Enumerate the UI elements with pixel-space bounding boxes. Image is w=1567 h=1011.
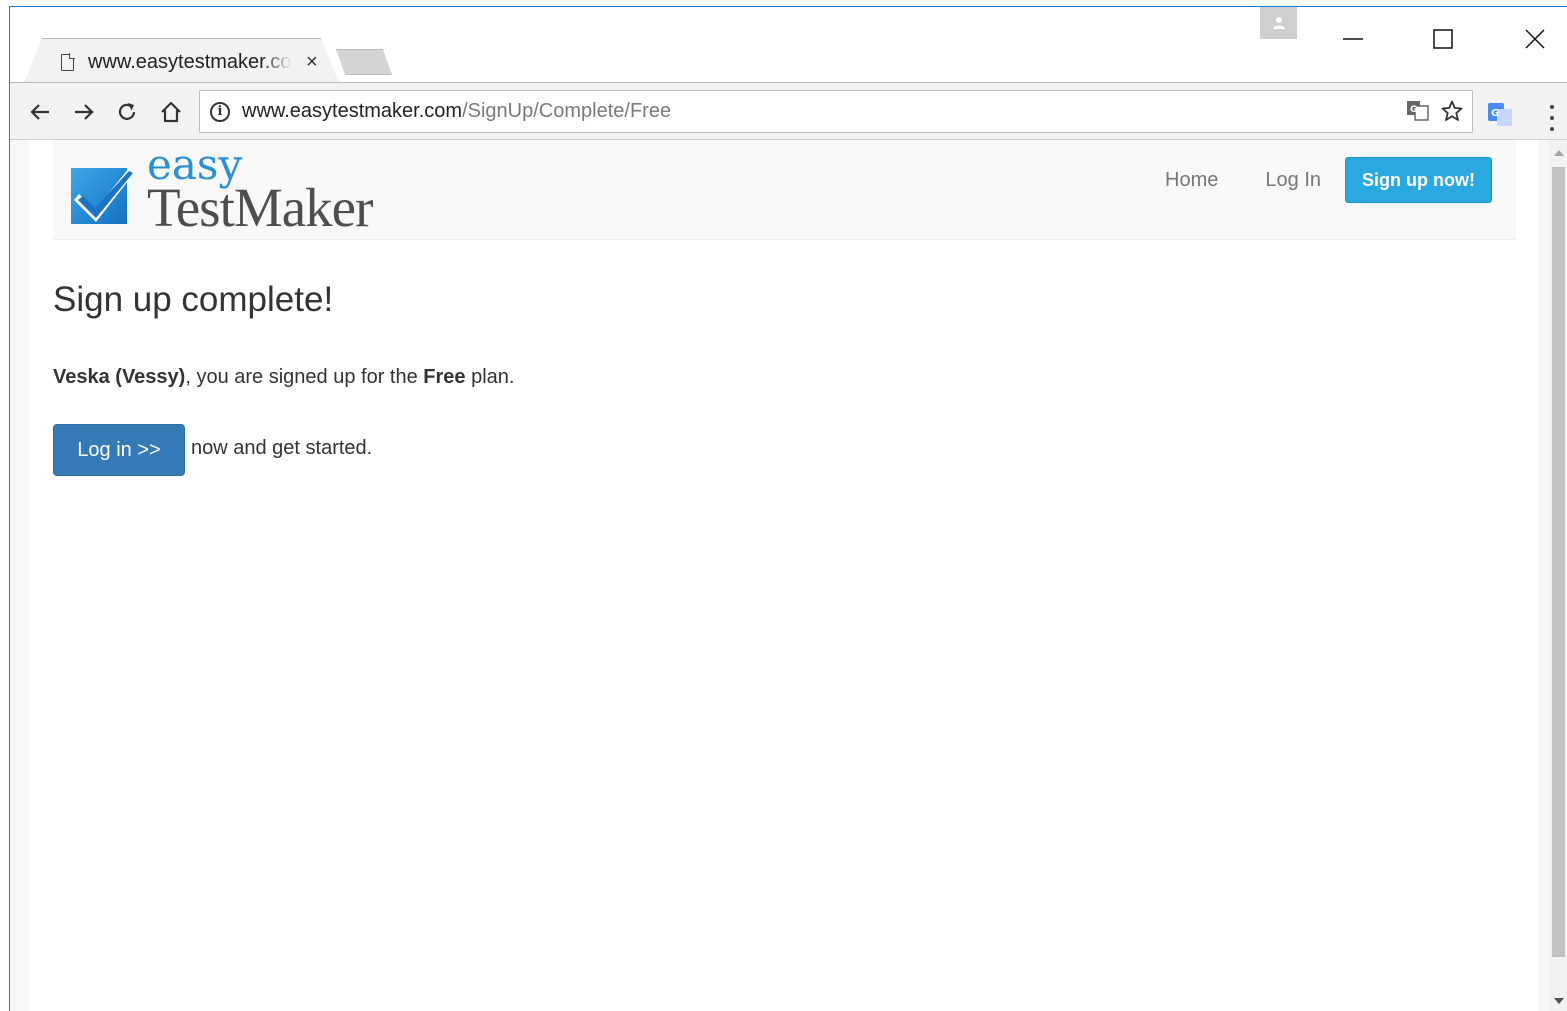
scroll-down-arrow-icon[interactable] (1554, 998, 1564, 1004)
plan-name: Free (423, 366, 466, 388)
new-tab-button[interactable] (336, 49, 392, 75)
forward-arrow-icon[interactable] (67, 95, 101, 129)
home-icon[interactable] (154, 95, 188, 129)
signup-message: Veska (Vessy), you are signed up for the… (53, 366, 514, 389)
menu-dots-icon[interactable] (1547, 105, 1557, 131)
bookmark-star-icon[interactable] (1440, 99, 1464, 128)
tab-active[interactable]: www.easytestmaker.com/SignUp/Complete/Fr… (25, 39, 338, 85)
logo-check-icon (71, 168, 135, 224)
message-end: plan. (465, 366, 515, 388)
main-content: Sign up complete! Veska (Vessy), you are… (53, 280, 514, 476)
address-bar[interactable]: i www.easytestmaker.com/SignUp/Complete/… (199, 90, 1473, 133)
login-button[interactable]: Log in >> (53, 424, 185, 476)
svg-text:G: G (1410, 105, 1417, 115)
page-viewport: easy TestMaker Home Log In Sign up now! … (10, 140, 1567, 1011)
minimize-icon[interactable] (1333, 19, 1373, 59)
user-name: Veska (Vessy) (53, 366, 186, 388)
url-path: /SignUp/Complete/Free (462, 100, 672, 122)
tab-close-icon[interactable]: × (306, 52, 318, 72)
reload-icon[interactable] (110, 95, 144, 129)
profile-icon[interactable] (1260, 7, 1297, 39)
url-host: www.easytestmaker.com (242, 100, 463, 122)
site-logo[interactable]: easy TestMaker (71, 140, 431, 238)
vertical-scrollbar[interactable] (1549, 140, 1567, 1011)
message-middle: , you are signed up for the (185, 366, 424, 388)
maximize-icon[interactable] (1423, 19, 1463, 59)
tab-strip: www.easytestmaker.com/SignUp/Complete/Fr… (10, 7, 1567, 85)
nav-login-link[interactable]: Log In (1265, 169, 1321, 192)
signup-now-button[interactable]: Sign up now! (1345, 157, 1492, 203)
page-title: Sign up complete! (53, 280, 334, 319)
scroll-thumb[interactable] (1552, 167, 1565, 957)
scroll-up-arrow-icon[interactable] (1554, 150, 1564, 156)
google-translate-extension-icon[interactable]: G (1488, 103, 1514, 127)
nav-links: Home Log In Sign up now! (1165, 157, 1492, 203)
omnibox-actions: G (1406, 99, 1464, 128)
page-body: easy TestMaker Home Log In Sign up now! … (29, 140, 1538, 1011)
nav-home-link[interactable]: Home (1165, 169, 1218, 192)
back-arrow-icon[interactable] (23, 95, 57, 129)
svg-text:G: G (1491, 108, 1499, 119)
cta-text: now and get started. (191, 436, 373, 459)
url-text[interactable]: www.easytestmaker.com/SignUp/Complete/Fr… (242, 100, 671, 123)
browser-window: www.easytestmaker.com/SignUp/Complete/Fr… (9, 6, 1567, 1011)
logo-testmaker-text: TestMaker (147, 177, 373, 238)
site-navbar: easy TestMaker Home Log In Sign up now! (53, 140, 1516, 240)
tab-title: www.easytestmaker.com/SignUp/Complete/Fr… (88, 50, 292, 74)
browser-toolbar: i www.easytestmaker.com/SignUp/Complete/… (10, 82, 1567, 140)
translate-icon[interactable]: G (1406, 99, 1430, 128)
login-cta: Log in >> now and get started. (53, 424, 372, 476)
close-window-icon[interactable] (1515, 19, 1555, 59)
page-icon (61, 53, 75, 71)
info-icon[interactable]: i (210, 101, 230, 122)
